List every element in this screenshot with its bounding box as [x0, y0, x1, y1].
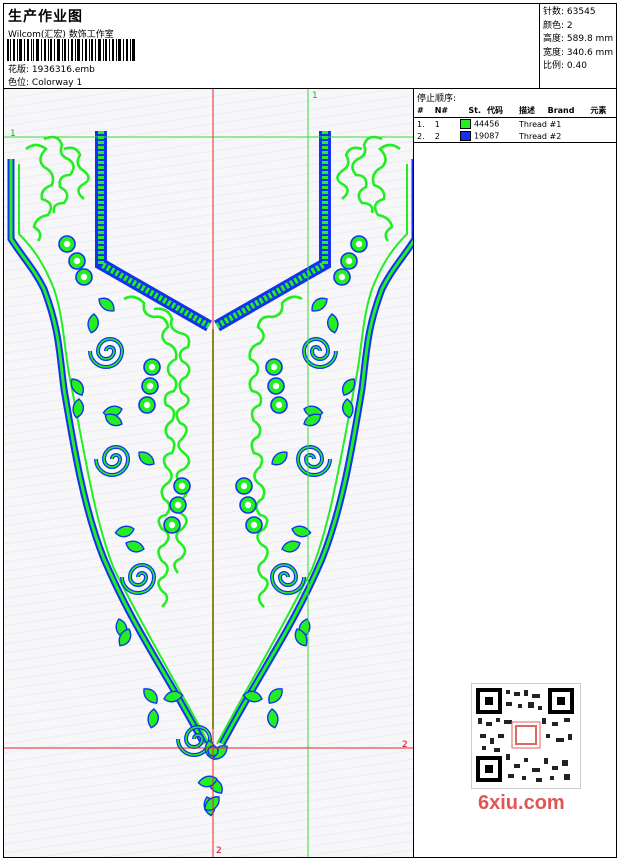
- table-row: 1. 1 44456 Thread #1: [414, 118, 616, 131]
- stat-scale: 比例: 0.40: [543, 60, 615, 74]
- col-header: #: [414, 104, 432, 118]
- embroidery-design: [4, 89, 413, 857]
- stop-sequence-panel: 停止顺序: # N# St. 代码 描述 Brand 元素 1. 1 44456: [414, 89, 616, 143]
- table-header-row: # N# St. 代码 描述 Brand 元素: [414, 104, 616, 118]
- colorway-label: 色位:: [8, 78, 30, 88]
- qr-code-image: [476, 688, 574, 782]
- stat-value: 589.8 mm: [566, 34, 614, 44]
- stat-label: 针数:: [543, 7, 565, 17]
- stat-value: 0.40: [566, 61, 587, 71]
- guide-label-h2: 2: [402, 740, 408, 750]
- stat-value: 340.6 mm: [566, 47, 614, 58]
- design-right-half: [214, 131, 413, 746]
- barcode: [7, 39, 135, 61]
- stat-label: 宽度:: [543, 47, 565, 58]
- col-header: St.: [456, 104, 485, 118]
- row-description: Thread #2: [519, 131, 562, 141]
- stop-sequence-table: # N# St. 代码 描述 Brand 元素 1. 1 44456 Threa…: [414, 104, 616, 143]
- guide-label-h1: 1: [10, 129, 16, 139]
- table-row: 2. 2 19087 Thread #2: [414, 130, 616, 143]
- stat-label: 高度:: [543, 34, 565, 44]
- col-header: N#: [431, 104, 457, 118]
- col-header: 元素: [587, 104, 616, 118]
- stat-height: 高度: 589.8 mm: [543, 33, 615, 47]
- guide-label-v1: 1: [312, 91, 318, 101]
- stat-label: 颜色:: [543, 20, 565, 31]
- production-sheet: 生产作业图 Wilcom(汇宏) 数饰工作室 花版: 1936316.emb 色…: [3, 3, 617, 858]
- row-code: 44456: [473, 119, 500, 129]
- stat-colors: 颜色: 2: [543, 20, 615, 34]
- row-index: 2.: [417, 131, 425, 141]
- row-code: 19087: [473, 131, 500, 141]
- row-index: 1.: [417, 119, 425, 129]
- row-code-cell: 44456: [457, 118, 516, 131]
- colorway-name: Colorway 1: [31, 78, 83, 88]
- stat-value: 2: [566, 20, 573, 31]
- watermark: 6xiu.com: [478, 792, 565, 814]
- stat-width: 宽度: 340.6 mm: [543, 47, 615, 61]
- design-stats: 针数: 63545 颜色: 2 高度: 589.8 mm 宽度: 340.6 m…: [539, 4, 618, 89]
- color-swatch: [459, 119, 471, 129]
- design-left-half: [7, 131, 212, 757]
- stat-label: 比例:: [543, 61, 565, 71]
- panel-divider: [413, 89, 414, 857]
- page-title: 生产作业图: [8, 9, 83, 25]
- row-description: Thread #1: [519, 119, 562, 129]
- header: 生产作业图 Wilcom(汇宏) 数饰工作室: [8, 6, 538, 40]
- guide-label-v2: 2: [216, 846, 222, 856]
- row-number: 2: [434, 131, 440, 141]
- col-header: 描述: [516, 104, 545, 118]
- color-swatch: [459, 131, 471, 141]
- design-file-name: 1936316.emb: [31, 65, 95, 75]
- col-header: 代码: [484, 104, 517, 118]
- design-file-label: 花版:: [8, 65, 30, 75]
- col-header: Brand: [544, 104, 588, 118]
- stat-value: 63545: [566, 7, 596, 17]
- colorway: 色位: Colorway 1: [8, 75, 82, 88]
- row-number: 1: [434, 119, 440, 129]
- stop-sequence-title: 停止顺序:: [417, 94, 457, 104]
- design-file: 花版: 1936316.emb: [8, 62, 95, 75]
- design-preview: 1 1 2 2: [4, 89, 413, 857]
- row-code-cell: 19087: [457, 130, 516, 143]
- stat-stitches: 针数: 63545: [543, 6, 615, 20]
- qr-code: [471, 683, 581, 789]
